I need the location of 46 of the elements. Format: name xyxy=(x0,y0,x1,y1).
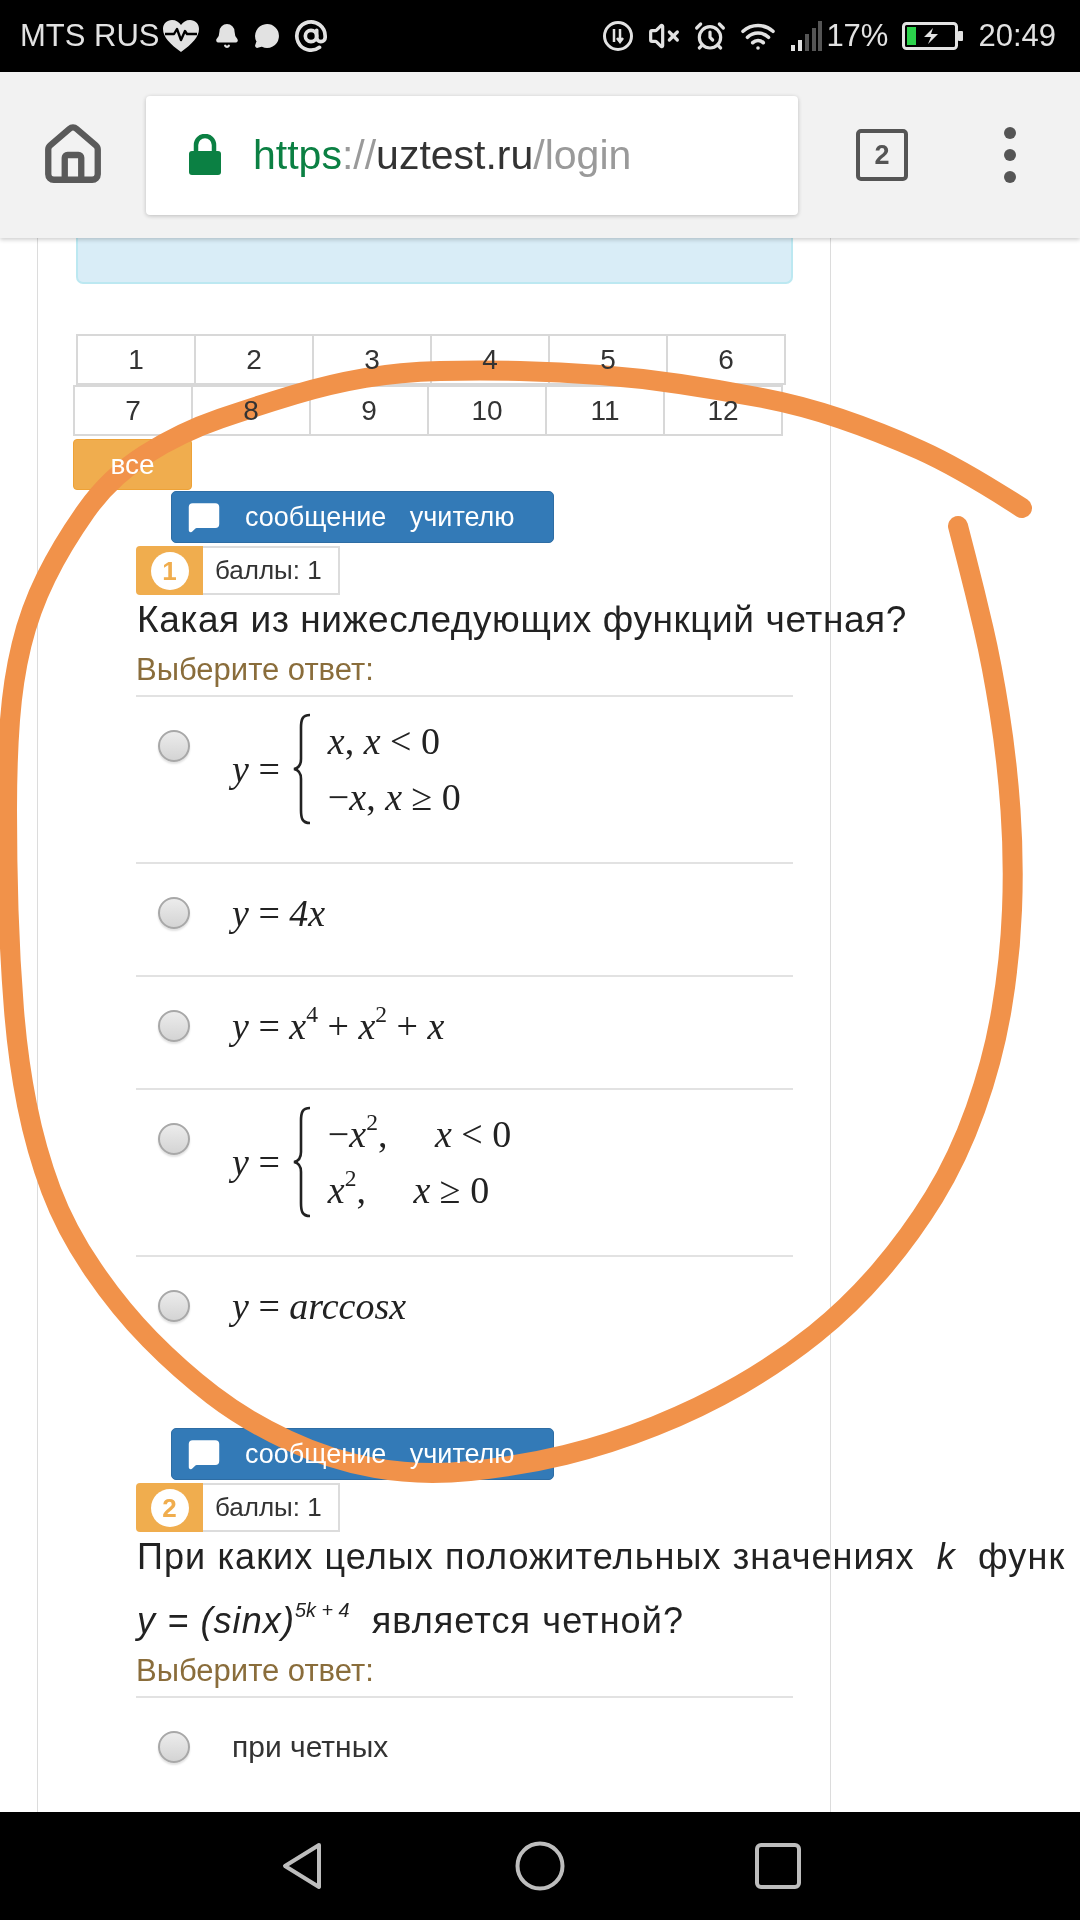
radio-button[interactable] xyxy=(158,1731,190,1763)
formula-case: −x, x ≥ 0 xyxy=(327,775,461,820)
answer-prompt: Выберите ответ: xyxy=(136,651,374,689)
more-menu-icon[interactable] xyxy=(1003,126,1017,184)
question-text: При каких целых положительных значениях k функ xyxy=(137,1535,1066,1579)
bell-icon xyxy=(213,23,240,49)
message-teacher-button[interactable]: сообщение учителю xyxy=(171,491,554,543)
question-number-button[interactable]: 10 xyxy=(427,385,547,436)
question-number-button[interactable]: 6 xyxy=(666,334,786,385)
radio-button[interactable] xyxy=(158,1123,190,1155)
question-number-button[interactable]: 2 xyxy=(194,334,314,385)
radio-button[interactable] xyxy=(158,730,190,762)
question-number-button[interactable]: 7 xyxy=(73,385,193,436)
radio-button[interactable] xyxy=(158,897,190,929)
speech-bubble-icon xyxy=(187,500,221,534)
battery-percent: 17% xyxy=(826,18,889,54)
lock-icon xyxy=(188,134,222,176)
formula-case: x, x < 0 xyxy=(327,719,441,764)
carrier-name: MTS RUS xyxy=(20,18,160,54)
chat-bubble-icon xyxy=(253,23,280,49)
answer-prompt: Выберите ответ: xyxy=(136,1652,374,1690)
radio-button[interactable] xyxy=(158,1010,190,1042)
formula-case: x$^{2}$, x ≥ 0 xyxy=(327,1164,491,1213)
recent-apps-icon[interactable] xyxy=(755,1843,801,1889)
url-text: https://uztest.ru/login xyxy=(253,131,632,180)
formula-case: −x$^{2}$, x < 0 xyxy=(327,1108,512,1157)
at-sign-icon xyxy=(293,19,328,53)
question-text: Какая из нижеследующих функций четная? xyxy=(137,598,907,642)
radio-button[interactable] xyxy=(158,1290,190,1322)
question-number-button[interactable]: 11 xyxy=(545,385,665,436)
home-circle-icon[interactable] xyxy=(515,1841,565,1891)
signal-icon xyxy=(790,21,823,51)
speech-bubble-icon xyxy=(187,1437,221,1471)
alarm-clock-icon xyxy=(694,20,727,52)
question-number-button[interactable]: 1 xyxy=(76,334,196,385)
points-label: баллы: 1 xyxy=(203,1483,340,1532)
points-label: баллы: 1 xyxy=(203,546,340,595)
question-text: y = (sinx)$^{5k + 4}$ является четной? xyxy=(137,1598,685,1643)
answer-text: при четных xyxy=(232,1729,389,1765)
clock-time: 20:49 xyxy=(978,18,1056,54)
question-number-badge: 2 xyxy=(136,1483,203,1532)
address-bar[interactable]: https://uztest.ru/login xyxy=(146,95,798,215)
question-number-badge: 1 xyxy=(136,546,203,595)
tab-switcher-button[interactable]: 2 xyxy=(856,129,908,181)
battery-charging-icon xyxy=(902,21,965,51)
heart-pulse-icon xyxy=(161,19,200,53)
